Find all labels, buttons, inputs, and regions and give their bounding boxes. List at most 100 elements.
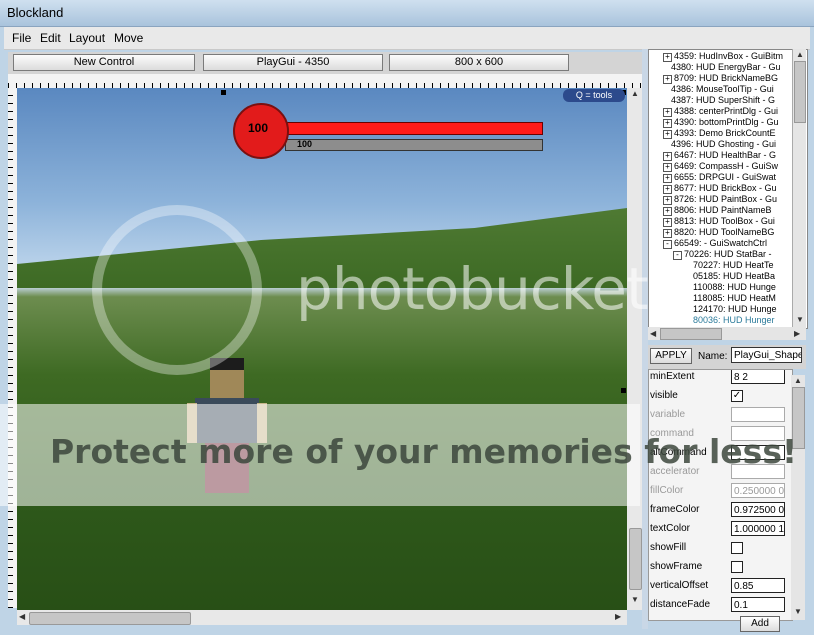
tree-item[interactable]: 4387: HUD SuperShift - G (671, 95, 775, 106)
property-field[interactable]: 1.000000 1 (731, 521, 785, 536)
expand-icon[interactable]: + (663, 163, 672, 172)
menu-layout[interactable]: Layout (69, 31, 105, 45)
expand-icon[interactable]: + (663, 229, 672, 238)
tree-item[interactable]: +4388: centerPrintDlg - Gui (663, 106, 778, 117)
editor-toolbar: New Control PlayGui - 4350 800 x 600 (8, 52, 642, 74)
control-tree[interactable]: +4359: HudInvBox - GuiBitm 4380: HUD Ene… (648, 49, 808, 329)
tree-item[interactable]: 4386: MouseToolTip - Gui (671, 84, 774, 95)
new-control-button[interactable]: New Control (13, 54, 195, 71)
tree-item[interactable]: +8709: HUD BrickNameBG (663, 73, 778, 84)
scroll-right-icon[interactable]: ▶ (615, 612, 621, 621)
expand-icon[interactable]: + (663, 53, 672, 62)
scroll-down-icon[interactable]: ▼ (794, 607, 802, 616)
menu-edit[interactable]: Edit (40, 31, 61, 45)
property-list: minExtent 8 2 visible ✓ variable command a… (648, 369, 793, 621)
property-row: frameColor 0.972500 0 (650, 502, 785, 517)
tree-item[interactable]: 124170: HUD Hunge (693, 304, 777, 315)
tree-item[interactable]: +6469: CompassH - GuiSw (663, 161, 778, 172)
scroll-left-icon[interactable]: ◀ (19, 612, 25, 621)
tree-item[interactable]: 05185: HUD HeatBa (693, 271, 775, 282)
collapse-icon[interactable]: - (663, 240, 672, 249)
tree-item[interactable]: 4396: HUD Ghosting - Gui (671, 139, 776, 150)
collapse-icon[interactable]: - (673, 251, 682, 260)
canvas-horizontal-scrollbar[interactable]: ◀ ▶ (17, 610, 627, 625)
scrollbar-thumb[interactable] (794, 61, 806, 123)
expand-icon[interactable]: + (663, 152, 672, 161)
tree-item[interactable]: 110088: HUD Hunge (693, 282, 776, 293)
showfill-checkbox[interactable] (731, 542, 743, 554)
apply-button[interactable]: APPLY (650, 348, 692, 364)
tree-item[interactable]: -66549: - GuiSwatchCtrl (663, 238, 767, 249)
tree-item[interactable]: +6655: DRPGUI - GuiSwat (663, 172, 776, 183)
property-field[interactable] (731, 407, 785, 422)
tree-item[interactable]: -70226: HUD StatBar - (673, 249, 772, 260)
tree-item[interactable]: +8813: HUD ToolBox - Gui (663, 216, 775, 227)
gui-select-button[interactable]: PlayGui - 4350 (203, 54, 383, 71)
property-row: distanceFade 0.1 (649, 596, 792, 615)
selection-handle[interactable] (221, 90, 226, 95)
expand-icon[interactable]: + (663, 174, 672, 183)
scroll-up-icon[interactable]: ▲ (794, 376, 802, 385)
property-row: visible ✓ (650, 390, 743, 402)
expand-icon[interactable]: + (663, 108, 672, 117)
watermark-banner-text: Protect more of your memories for less! (50, 432, 798, 471)
expand-icon[interactable]: + (663, 218, 672, 227)
gui-canvas[interactable]: Q = tools 100 100 (17, 88, 627, 610)
menu-file[interactable]: File (12, 31, 31, 45)
name-label: Name: (698, 351, 728, 362)
scroll-right-icon[interactable]: ▶ (794, 329, 800, 338)
property-field[interactable]: 0.1 (731, 597, 785, 612)
tree-item[interactable]: +6467: HUD HealthBar - G (663, 150, 776, 161)
watermark-logo-icon (92, 205, 262, 375)
property-row: verticalOffset 0.85 (649, 577, 792, 596)
expand-icon[interactable]: + (663, 196, 672, 205)
visible-checkbox[interactable]: ✓ (731, 390, 743, 402)
property-field[interactable]: 0.85 (731, 578, 785, 593)
resolution-button[interactable]: 800 x 600 (389, 54, 569, 71)
property-row: minExtent 8 2 (649, 370, 792, 387)
property-scrollbar[interactable]: ▲ ▼ (791, 375, 805, 620)
tree-item[interactable]: 70227: HUD HeatTe (693, 260, 774, 271)
scroll-up-icon[interactable]: ▲ (631, 89, 639, 98)
tree-item[interactable]: 4380: HUD EnergyBar - Gu (671, 62, 781, 73)
scrollbar-thumb[interactable] (660, 328, 722, 340)
selection-handle[interactable] (621, 388, 626, 393)
stamina-value: 100 (297, 139, 313, 149)
property-field[interactable]: 0.250000 0 (731, 483, 785, 498)
scroll-down-icon[interactable]: ▼ (796, 315, 804, 324)
name-field[interactable]: PlayGui_Shape (731, 347, 802, 363)
expand-icon[interactable]: + (663, 130, 672, 139)
scrollbar-thumb[interactable] (629, 528, 642, 590)
property-field[interactable]: 8 2 (731, 370, 785, 384)
tree-horizontal-scrollbar[interactable]: ◀ ▶ (648, 327, 806, 340)
tree-item[interactable]: +4390: bottomPrintDlg - Gu (663, 117, 779, 128)
canvas-vertical-scrollbar[interactable]: ▲ ▼ (627, 88, 642, 610)
tree-item[interactable]: +4359: HudInvBox - GuiBitm (663, 51, 783, 62)
expand-icon[interactable]: + (663, 119, 672, 128)
scrollbar-thumb[interactable] (29, 612, 191, 625)
expand-icon[interactable]: + (663, 75, 672, 84)
health-bar (281, 122, 543, 135)
inspector-header: APPLY Name: PlayGui_Shape (648, 345, 806, 369)
scroll-up-icon[interactable]: ▲ (796, 50, 804, 59)
expand-icon[interactable]: + (663, 185, 672, 194)
tree-item[interactable]: +8726: HUD PaintBox - Gu (663, 194, 777, 205)
top-ruler (8, 74, 642, 89)
tree-item[interactable]: +8806: HUD PaintNameB (663, 205, 772, 216)
tree-vertical-scrollbar[interactable]: ▲ ▼ (792, 49, 806, 327)
tree-item-selected[interactable]: 80036: HUD Hunger (693, 315, 775, 326)
scroll-left-icon[interactable]: ◀ (650, 329, 656, 338)
tree-item[interactable]: +4393: Demo BrickCountE (663, 128, 776, 139)
expand-icon[interactable]: + (663, 207, 672, 216)
tree-item[interactable]: +8677: HUD BrickBox - Gu (663, 183, 777, 194)
property-field[interactable]: 0.972500 0 (731, 502, 785, 517)
showframe-checkbox[interactable] (731, 561, 743, 573)
health-value: 100 (248, 121, 269, 135)
menu-move[interactable]: Move (114, 31, 143, 45)
tree-item[interactable]: +8820: HUD ToolNameBG (663, 227, 774, 238)
watermark-logo-text: photobucket (296, 255, 649, 323)
scroll-down-icon[interactable]: ▼ (631, 595, 639, 604)
add-button[interactable]: Add (740, 616, 780, 632)
tools-hint: Q = tools (563, 89, 625, 102)
tree-item[interactable]: 118085: HUD HeatM (693, 293, 776, 304)
